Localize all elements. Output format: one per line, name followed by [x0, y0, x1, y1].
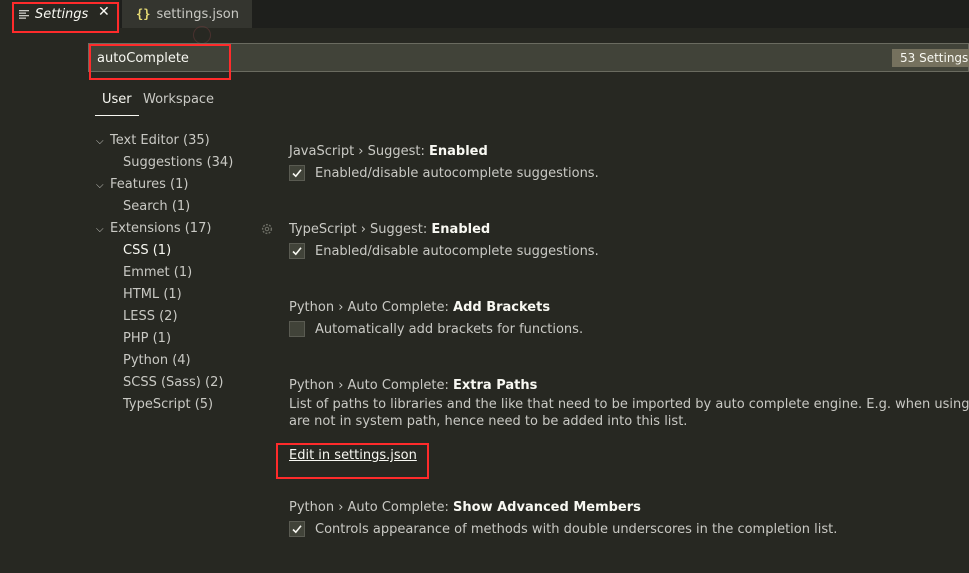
gear-icon[interactable]	[260, 222, 274, 236]
setting-typescript-suggest-enabled: TypeScript › Suggest: Enabled Enabled/di…	[289, 222, 969, 259]
setting-name: Show Advanced Members	[453, 500, 641, 515]
settings-search-box: 53 Settings F	[88, 43, 969, 72]
setting-description-line: are not in system path, hence need to be…	[289, 414, 688, 429]
setting-description: Controls appearance of methods with doub…	[315, 521, 838, 537]
check-icon	[292, 169, 302, 178]
setting-prefix: Python › Auto Complete:	[289, 500, 454, 515]
setting-prefix: Python › Auto Complete:	[289, 300, 454, 315]
setting-prefix: Python › Auto Complete:	[289, 378, 454, 393]
setting-description: Enabled/disable autocomplete suggestions…	[315, 243, 599, 259]
close-icon[interactable]: ✕	[98, 4, 110, 20]
toc-item-php[interactable]: PHP (1)	[123, 329, 171, 349]
toc-item-typescript[interactable]: TypeScript (5)	[123, 395, 213, 415]
tab-settings-json[interactable]: {} settings.json	[122, 0, 252, 28]
braces-icon: {}	[136, 7, 151, 21]
editor-tab-bar: Settings ✕ {} settings.json	[0, 0, 969, 28]
setting-name: Enabled	[429, 144, 488, 159]
toc-item-emmet[interactable]: Emmet (1)	[123, 263, 192, 283]
setting-description: Automatically add brackets for functions…	[315, 321, 584, 337]
toc-item-scss[interactable]: SCSS (Sass) (2)	[123, 373, 223, 393]
toc-item-less[interactable]: LESS (2)	[123, 307, 178, 327]
lines-icon	[19, 9, 29, 19]
setting-description: Enabled/disable autocomplete suggestions…	[315, 165, 599, 181]
tab-user[interactable]: User	[95, 92, 139, 116]
toc-item-features[interactable]: ⌵ Features (1)	[96, 175, 188, 195]
setting-description-line: List of paths to libraries and the like …	[289, 397, 969, 412]
setting-checkbox[interactable]	[289, 321, 305, 337]
edit-in-settings-json-link[interactable]: Edit in settings.json	[289, 448, 417, 463]
setting-checkbox[interactable]	[289, 521, 305, 537]
setting-python-extra-paths: Python › Auto Complete: Extra Paths List…	[289, 378, 969, 430]
toc-item-python[interactable]: Python (4)	[123, 351, 191, 371]
tab-workspace[interactable]: Workspace	[143, 92, 216, 115]
settings-search-input[interactable]	[97, 48, 877, 68]
settings-count-badge: 53 Settings F	[892, 49, 969, 67]
toc-item-extensions[interactable]: ⌵ Extensions (17)	[96, 219, 211, 239]
setting-checkbox[interactable]	[289, 243, 305, 259]
setting-checkbox[interactable]	[289, 165, 305, 181]
toc-item-text-editor[interactable]: ⌵ Text Editor (35)	[96, 131, 210, 151]
setting-python-show-advanced-members: Python › Auto Complete: Show Advanced Me…	[289, 500, 969, 537]
setting-python-add-brackets: Python › Auto Complete: Add Brackets Aut…	[289, 300, 969, 337]
toc-item-suggestions[interactable]: Suggestions (34)	[123, 153, 233, 173]
setting-name: Enabled	[431, 222, 491, 237]
setting-name: Add Brackets	[453, 300, 551, 315]
setting-name: Extra Paths	[453, 378, 538, 393]
chevron-down-icon: ⌵	[96, 224, 104, 235]
setting-javascript-suggest-enabled: JavaScript › Suggest: Enabled Enabled/di…	[289, 144, 969, 181]
check-icon	[292, 525, 302, 534]
check-icon	[292, 247, 302, 256]
tab-settings[interactable]: Settings ✕	[0, 0, 120, 28]
setting-prefix: TypeScript › Suggest:	[289, 222, 432, 237]
tab-settings-json-label: settings.json	[156, 6, 240, 22]
faint-circle	[193, 26, 211, 44]
toc-item-css[interactable]: CSS (1)	[123, 241, 171, 261]
toc-item-html[interactable]: HTML (1)	[123, 285, 182, 305]
toc-item-search[interactable]: Search (1)	[123, 197, 190, 217]
setting-prefix: JavaScript › Suggest:	[289, 144, 430, 159]
tab-settings-label: Settings	[35, 6, 89, 22]
chevron-down-icon: ⌵	[96, 180, 104, 191]
chevron-down-icon: ⌵	[96, 136, 104, 147]
